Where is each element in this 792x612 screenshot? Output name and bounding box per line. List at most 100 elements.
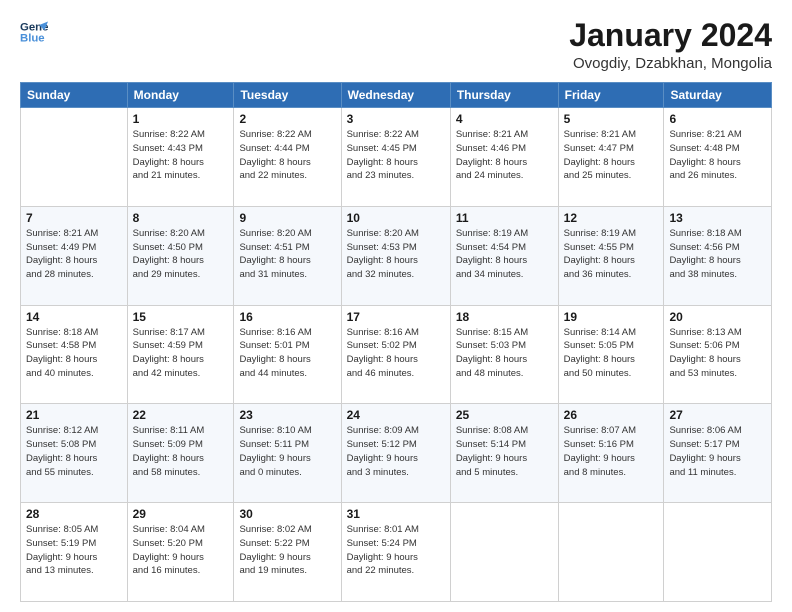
calendar-cell: 7 Sunrise: 8:21 AM Sunset: 4:49 PM Daylig… — [21, 206, 128, 305]
calendar-cell: 16 Sunrise: 8:16 AM Sunset: 5:01 PM Dayli… — [234, 305, 341, 404]
day-info: Sunrise: 8:20 AM Sunset: 4:53 PM Dayligh… — [347, 227, 445, 282]
calendar-cell: 24 Sunrise: 8:09 AM Sunset: 5:12 PM Dayli… — [341, 404, 450, 503]
calendar-cell: 12Sunrise: 8:19 AM Sunset: 4:55 PM Dayli… — [558, 206, 664, 305]
day-number: 29 — [133, 507, 229, 521]
day-info: Sunrise: 8:22 AM Sunset: 4:45 PM Dayligh… — [347, 128, 445, 183]
day-number: 20 — [669, 310, 766, 324]
day-number: 4 — [456, 112, 553, 126]
calendar-table: SundayMondayTuesdayWednesdayThursdayFrid… — [20, 82, 772, 602]
day-number: 2 — [239, 112, 335, 126]
day-number: 21 — [26, 408, 122, 422]
calendar-cell: 29 Sunrise: 8:04 AM Sunset: 5:20 PM Dayli… — [127, 503, 234, 602]
day-number: 15 — [133, 310, 229, 324]
day-info: Sunrise: 8:15 AM Sunset: 5:03 PM Dayligh… — [456, 326, 553, 381]
calendar-cell: 14Sunrise: 8:18 AM Sunset: 4:58 PM Dayli… — [21, 305, 128, 404]
calendar-cell: 26 Sunrise: 8:07 AM Sunset: 5:16 PM Dayli… — [558, 404, 664, 503]
calendar-cell: 13Sunrise: 8:18 AM Sunset: 4:56 PM Dayli… — [664, 206, 772, 305]
calendar-cell: 4 Sunrise: 8:21 AM Sunset: 4:46 PM Daylig… — [450, 108, 558, 207]
day-info: Sunrise: 8:20 AM Sunset: 4:50 PM Dayligh… — [133, 227, 229, 282]
location: Ovogdiy, Dzabkhan, Mongolia — [569, 55, 772, 72]
day-number: 31 — [347, 507, 445, 521]
day-number: 24 — [347, 408, 445, 422]
day-number: 28 — [26, 507, 122, 521]
calendar-cell: 31 Sunrise: 8:01 AM Sunset: 5:24 PM Dayli… — [341, 503, 450, 602]
calendar-cell: 30 Sunrise: 8:02 AM Sunset: 5:22 PM Dayli… — [234, 503, 341, 602]
calendar-cell: 8Sunrise: 8:20 AM Sunset: 4:50 PM Daylig… — [127, 206, 234, 305]
day-number: 17 — [347, 310, 445, 324]
day-info: Sunrise: 8:21 AM Sunset: 4:46 PM Dayligh… — [456, 128, 553, 183]
day-number: 23 — [239, 408, 335, 422]
day-info: Sunrise: 8:22 AM Sunset: 4:44 PM Dayligh… — [239, 128, 335, 183]
weekday-header: Wednesday — [341, 83, 450, 108]
day-number: 7 — [26, 211, 122, 225]
calendar-cell: 19 Sunrise: 8:14 AM Sunset: 5:05 PM Dayli… — [558, 305, 664, 404]
day-info: Sunrise: 8:08 AM Sunset: 5:14 PM Dayligh… — [456, 424, 553, 479]
day-number: 19 — [564, 310, 659, 324]
calendar-cell: 15Sunrise: 8:17 AM Sunset: 4:59 PM Dayli… — [127, 305, 234, 404]
calendar-cell: 10 Sunrise: 8:20 AM Sunset: 4:53 PM Dayli… — [341, 206, 450, 305]
calendar-week-row: 14Sunrise: 8:18 AM Sunset: 4:58 PM Dayli… — [21, 305, 772, 404]
header: General Blue January 2024 Ovogdiy, Dzabk… — [20, 18, 772, 72]
day-info: Sunrise: 8:16 AM Sunset: 5:02 PM Dayligh… — [347, 326, 445, 381]
calendar-week-row: 7 Sunrise: 8:21 AM Sunset: 4:49 PM Daylig… — [21, 206, 772, 305]
calendar-cell: 11Sunrise: 8:19 AM Sunset: 4:54 PM Dayli… — [450, 206, 558, 305]
calendar-cell: 21 Sunrise: 8:12 AM Sunset: 5:08 PM Dayli… — [21, 404, 128, 503]
calendar-cell: 9 Sunrise: 8:20 AM Sunset: 4:51 PM Daylig… — [234, 206, 341, 305]
day-number: 18 — [456, 310, 553, 324]
day-number: 13 — [669, 211, 766, 225]
weekday-header: Sunday — [21, 83, 128, 108]
day-number: 30 — [239, 507, 335, 521]
day-info: Sunrise: 8:09 AM Sunset: 5:12 PM Dayligh… — [347, 424, 445, 479]
day-number: 25 — [456, 408, 553, 422]
day-info: Sunrise: 8:14 AM Sunset: 5:05 PM Dayligh… — [564, 326, 659, 381]
day-info: Sunrise: 8:12 AM Sunset: 5:08 PM Dayligh… — [26, 424, 122, 479]
calendar-cell: 27Sunrise: 8:06 AM Sunset: 5:17 PM Dayli… — [664, 404, 772, 503]
day-info: Sunrise: 8:20 AM Sunset: 4:51 PM Dayligh… — [239, 227, 335, 282]
day-info: Sunrise: 8:21 AM Sunset: 4:48 PM Dayligh… — [669, 128, 766, 183]
day-info: Sunrise: 8:01 AM Sunset: 5:24 PM Dayligh… — [347, 523, 445, 578]
day-number: 27 — [669, 408, 766, 422]
day-number: 14 — [26, 310, 122, 324]
calendar-cell: 23 Sunrise: 8:10 AM Sunset: 5:11 PM Dayli… — [234, 404, 341, 503]
calendar-cell — [664, 503, 772, 602]
calendar-cell — [558, 503, 664, 602]
calendar-cell: 18 Sunrise: 8:15 AM Sunset: 5:03 PM Dayli… — [450, 305, 558, 404]
weekday-header-row: SundayMondayTuesdayWednesdayThursdayFrid… — [21, 83, 772, 108]
day-info: Sunrise: 8:05 AM Sunset: 5:19 PM Dayligh… — [26, 523, 122, 578]
day-info: Sunrise: 8:21 AM Sunset: 4:49 PM Dayligh… — [26, 227, 122, 282]
day-info: Sunrise: 8:19 AM Sunset: 4:54 PM Dayligh… — [456, 227, 553, 282]
calendar-week-row: 1Sunrise: 8:22 AM Sunset: 4:43 PM Daylig… — [21, 108, 772, 207]
title-area: January 2024 Ovogdiy, Dzabkhan, Mongolia — [569, 18, 772, 72]
day-info: Sunrise: 8:04 AM Sunset: 5:20 PM Dayligh… — [133, 523, 229, 578]
weekday-header: Thursday — [450, 83, 558, 108]
calendar-cell: 6Sunrise: 8:21 AM Sunset: 4:48 PM Daylig… — [664, 108, 772, 207]
calendar-cell — [450, 503, 558, 602]
calendar-cell: 3Sunrise: 8:22 AM Sunset: 4:45 PM Daylig… — [341, 108, 450, 207]
day-info: Sunrise: 8:07 AM Sunset: 5:16 PM Dayligh… — [564, 424, 659, 479]
day-number: 9 — [239, 211, 335, 225]
day-info: Sunrise: 8:02 AM Sunset: 5:22 PM Dayligh… — [239, 523, 335, 578]
calendar-cell: 20 Sunrise: 8:13 AM Sunset: 5:06 PM Dayli… — [664, 305, 772, 404]
calendar-cell: 2 Sunrise: 8:22 AM Sunset: 4:44 PM Daylig… — [234, 108, 341, 207]
day-info: Sunrise: 8:16 AM Sunset: 5:01 PM Dayligh… — [239, 326, 335, 381]
calendar-cell: 5Sunrise: 8:21 AM Sunset: 4:47 PM Daylig… — [558, 108, 664, 207]
day-number: 10 — [347, 211, 445, 225]
day-number: 5 — [564, 112, 659, 126]
calendar-week-row: 21 Sunrise: 8:12 AM Sunset: 5:08 PM Dayli… — [21, 404, 772, 503]
calendar-cell: 28 Sunrise: 8:05 AM Sunset: 5:19 PM Dayli… — [21, 503, 128, 602]
day-info: Sunrise: 8:22 AM Sunset: 4:43 PM Dayligh… — [133, 128, 229, 183]
day-number: 16 — [239, 310, 335, 324]
weekday-header: Saturday — [664, 83, 772, 108]
calendar-cell: 1Sunrise: 8:22 AM Sunset: 4:43 PM Daylig… — [127, 108, 234, 207]
month-title: January 2024 — [569, 18, 772, 53]
weekday-header: Tuesday — [234, 83, 341, 108]
page: General Blue January 2024 Ovogdiy, Dzabk… — [0, 0, 792, 612]
day-info: Sunrise: 8:13 AM Sunset: 5:06 PM Dayligh… — [669, 326, 766, 381]
day-number: 26 — [564, 408, 659, 422]
weekday-header: Friday — [558, 83, 664, 108]
day-info: Sunrise: 8:10 AM Sunset: 5:11 PM Dayligh… — [239, 424, 335, 479]
calendar-cell — [21, 108, 128, 207]
logo: General Blue — [20, 18, 48, 46]
calendar-cell: 25 Sunrise: 8:08 AM Sunset: 5:14 PM Dayli… — [450, 404, 558, 503]
calendar-week-row: 28 Sunrise: 8:05 AM Sunset: 5:19 PM Dayli… — [21, 503, 772, 602]
